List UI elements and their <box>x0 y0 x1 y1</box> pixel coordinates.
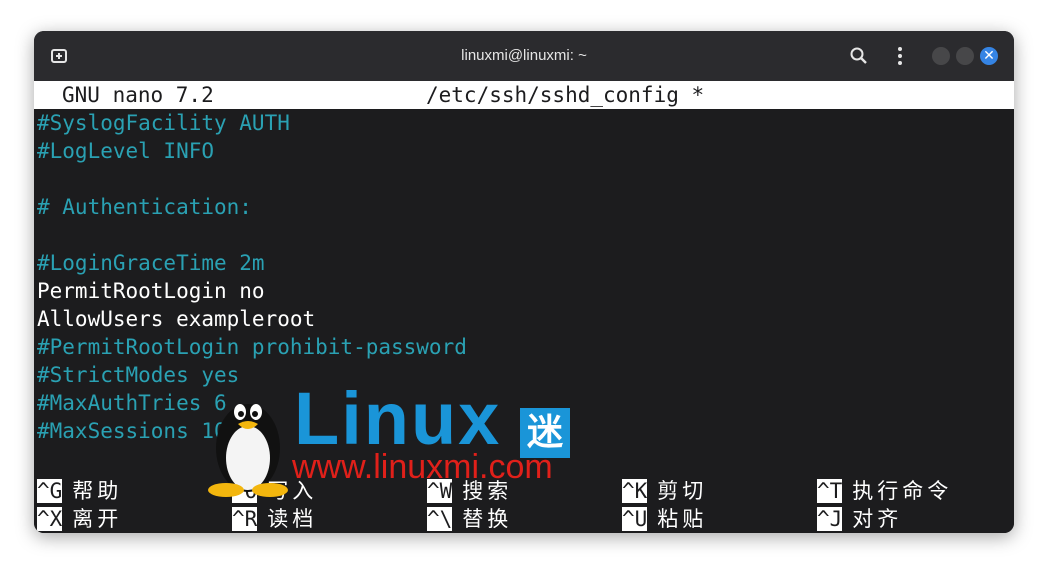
shortcut-item[interactable]: ^J 对齐 <box>817 505 902 533</box>
shortcut-key: ^R <box>232 507 258 531</box>
config-line: #LogLevel INFO <box>37 139 215 163</box>
shortcut-key: ^\ <box>427 507 453 531</box>
shortcut-key: ^U <box>622 507 648 531</box>
shortcut-item[interactable]: ^R 读档 <box>232 505 317 533</box>
shortcut-label: 对齐 <box>852 507 903 531</box>
minimize-icon[interactable] <box>932 47 950 65</box>
config-line: PermitRootLogin no <box>37 279 265 303</box>
linuxmi-watermark: Linux 迷 www.linuxmi.com <box>202 377 582 498</box>
shortcut-item[interactable]: ^G 帮助 <box>37 477 122 505</box>
config-line: #PermitRootLogin prohibit-password <box>37 335 467 359</box>
shortcut-label: 替换 <box>462 507 513 531</box>
shortcut-item[interactable]: ^\ 替换 <box>427 505 512 533</box>
maximize-icon[interactable] <box>956 47 974 65</box>
shortcut-item[interactable]: ^K 剪切 <box>622 477 707 505</box>
shortcut-label: 执行命令 <box>852 479 953 503</box>
file-name: /etc/ssh/sshd_config * <box>426 83 705 107</box>
config-line: #MaxAuthTries 6 <box>37 391 227 415</box>
config-line: AllowUsers exampleroot <box>37 307 316 331</box>
watermark-url: www.linuxmi.com <box>292 448 553 486</box>
shortcut-key: ^J <box>817 507 843 531</box>
shortcut-label: 帮助 <box>72 479 123 503</box>
close-icon[interactable]: ✕ <box>980 47 998 65</box>
menu-icon[interactable] <box>889 45 911 67</box>
config-line: # Authentication: <box>37 195 252 219</box>
shortcut-key: ^T <box>817 479 843 503</box>
shortcut-label: 剪切 <box>657 479 708 503</box>
nano-version: GNU nano 7.2 <box>62 83 214 107</box>
shortcut-key: ^G <box>37 479 63 503</box>
tux-penguin-icon <box>208 404 288 497</box>
shortcut-label: 读档 <box>267 507 318 531</box>
search-icon[interactable] <box>848 45 870 67</box>
shortcut-label: 粘贴 <box>657 507 708 531</box>
title-bar: linuxmi@linuxmi: ~ ✕ <box>34 31 1014 81</box>
shortcut-label: 离开 <box>72 507 123 531</box>
shortcut-key: ^X <box>37 507 63 531</box>
nano-header: GNU nano 7.2 /etc/ssh/sshd_config * <box>34 81 1014 109</box>
config-line: #LoginGraceTime 2m <box>37 251 265 275</box>
config-line: #SyslogFacility AUTH <box>37 111 290 135</box>
shortcut-item[interactable]: ^X 离开 <box>37 505 122 533</box>
config-line: #StrictModes yes <box>37 363 240 387</box>
terminal-window: linuxmi@linuxmi: ~ ✕ GNU nano 7.2 /etc/s… <box>34 31 1014 533</box>
shortcut-item[interactable]: ^U 粘贴 <box>622 505 707 533</box>
shortcut-key: ^K <box>622 479 648 503</box>
shortcut-item[interactable]: ^T 执行命令 <box>817 477 952 505</box>
config-line: #MaxSessions 10 <box>37 419 227 443</box>
